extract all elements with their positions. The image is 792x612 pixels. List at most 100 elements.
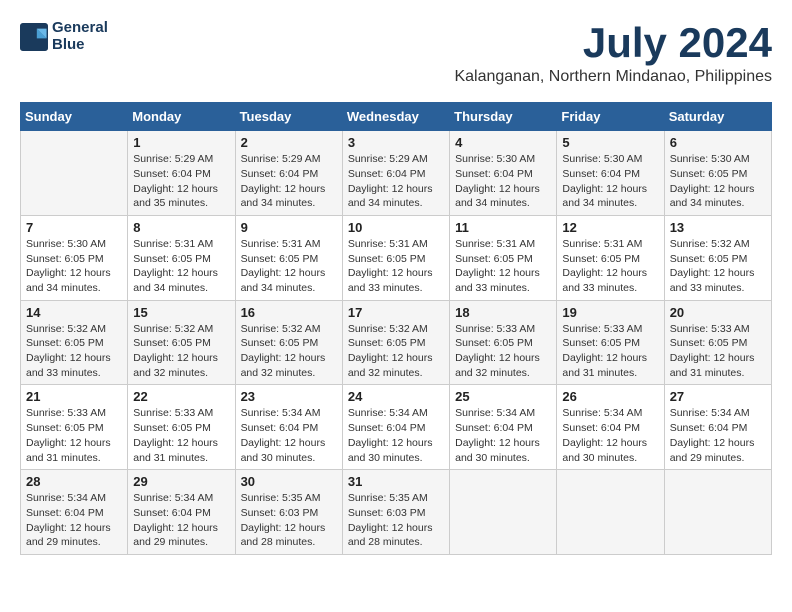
table-row bbox=[21, 131, 128, 216]
day-info: Sunrise: 5:33 AM Sunset: 6:05 PM Dayligh… bbox=[455, 322, 551, 381]
table-row: 27 Sunrise: 5:34 AM Sunset: 6:04 PM Dayli… bbox=[664, 385, 771, 470]
table-row: 5 Sunrise: 5:30 AM Sunset: 6:04 PM Daylig… bbox=[557, 131, 664, 216]
day-number: 7 bbox=[26, 220, 122, 235]
table-row: 30Sunrise: 5:35 AM Sunset: 6:03 PM Dayli… bbox=[235, 470, 342, 555]
day-number: 19 bbox=[562, 305, 658, 320]
day-info: Sunrise: 5:29 AM Sunset: 6:04 PM Dayligh… bbox=[241, 152, 337, 211]
table-row: 24 Sunrise: 5:34 AM Sunset: 6:04 PM Dayli… bbox=[342, 385, 449, 470]
day-info: Sunrise: 5:34 AM Sunset: 6:04 PM Dayligh… bbox=[348, 406, 444, 465]
table-row: 3Sunrise: 5:29 AM Sunset: 6:04 PM Daylig… bbox=[342, 131, 449, 216]
table-row: 31 Sunrise: 5:35 AM Sunset: 6:03 PM Dayli… bbox=[342, 470, 449, 555]
day-info: Sunrise: 5:34 AM Sunset: 6:04 PM Dayligh… bbox=[26, 491, 122, 550]
day-number: 2 bbox=[241, 135, 337, 150]
col-monday: Monday bbox=[128, 103, 235, 131]
table-row: 26 Sunrise: 5:34 AM Sunset: 6:04 PM Dayli… bbox=[557, 385, 664, 470]
day-number: 10 bbox=[348, 220, 444, 235]
day-info: Sunrise: 5:29 AM Sunset: 6:04 PM Dayligh… bbox=[133, 152, 229, 211]
table-row: 22 Sunrise: 5:33 AM Sunset: 6:05 PM Dayli… bbox=[128, 385, 235, 470]
table-row: 7 Sunrise: 5:30 AM Sunset: 6:05 PM Daylig… bbox=[21, 215, 128, 300]
col-wednesday: Wednesday bbox=[342, 103, 449, 131]
day-number: 4 bbox=[455, 135, 551, 150]
day-number: 15 bbox=[133, 305, 229, 320]
table-row: 1 Sunrise: 5:29 AM Sunset: 6:04 PM Daylig… bbox=[128, 131, 235, 216]
day-info: Sunrise: 5:32 AM Sunset: 6:05 PM Dayligh… bbox=[670, 237, 766, 296]
calendar-week-row: 28 Sunrise: 5:34 AM Sunset: 6:04 PM Dayli… bbox=[21, 470, 772, 555]
day-number: 21 bbox=[26, 389, 122, 404]
table-row: 16 Sunrise: 5:32 AM Sunset: 6:05 PM Dayli… bbox=[235, 300, 342, 385]
day-info: Sunrise: 5:34 AM Sunset: 6:04 PM Dayligh… bbox=[562, 406, 658, 465]
day-number: 16 bbox=[241, 305, 337, 320]
page-header: General Blue July 2024 Kalanganan, North… bbox=[20, 20, 772, 86]
day-number: 23 bbox=[241, 389, 337, 404]
day-number: 22 bbox=[133, 389, 229, 404]
table-row: 29 Sunrise: 5:34 AM Sunset: 6:04 PM Dayli… bbox=[128, 470, 235, 555]
calendar-week-row: 7 Sunrise: 5:30 AM Sunset: 6:05 PM Daylig… bbox=[21, 215, 772, 300]
table-row: 20 Sunrise: 5:33 AM Sunset: 6:05 PM Dayli… bbox=[664, 300, 771, 385]
table-row: 19 Sunrise: 5:33 AM Sunset: 6:05 PM Dayli… bbox=[557, 300, 664, 385]
day-info: Sunrise: 5:32 AM Sunset: 6:05 PM Dayligh… bbox=[348, 322, 444, 381]
day-info: Sunrise: 5:33 AM Sunset: 6:05 PM Dayligh… bbox=[133, 406, 229, 465]
table-row bbox=[664, 470, 771, 555]
location-subtitle: Kalanganan, Northern Mindanao, Philippin… bbox=[454, 68, 772, 86]
day-info: Sunrise: 5:34 AM Sunset: 6:04 PM Dayligh… bbox=[241, 406, 337, 465]
day-number: 27 bbox=[670, 389, 766, 404]
day-info: Sunrise: 5:32 AM Sunset: 6:05 PM Dayligh… bbox=[241, 322, 337, 381]
day-info: Sunrise: 5:31 AM Sunset: 6:05 PM Dayligh… bbox=[455, 237, 551, 296]
title-area: July 2024 Kalanganan, Northern Mindanao,… bbox=[454, 20, 772, 86]
day-info: Sunrise: 5:31 AM Sunset: 6:05 PM Dayligh… bbox=[241, 237, 337, 296]
col-sunday: Sunday bbox=[21, 103, 128, 131]
table-row: 11 Sunrise: 5:31 AM Sunset: 6:05 PM Dayli… bbox=[450, 215, 557, 300]
col-tuesday: Tuesday bbox=[235, 103, 342, 131]
table-row: 2 Sunrise: 5:29 AM Sunset: 6:04 PM Daylig… bbox=[235, 131, 342, 216]
day-info: Sunrise: 5:30 AM Sunset: 6:04 PM Dayligh… bbox=[562, 152, 658, 211]
day-number: 11 bbox=[455, 220, 551, 235]
day-info: Sunrise: 5:32 AM Sunset: 6:05 PM Dayligh… bbox=[133, 322, 229, 381]
day-number: 24 bbox=[348, 389, 444, 404]
table-row: 17 Sunrise: 5:32 AM Sunset: 6:05 PM Dayli… bbox=[342, 300, 449, 385]
table-row: 23 Sunrise: 5:34 AM Sunset: 6:04 PM Dayli… bbox=[235, 385, 342, 470]
day-number: 30 bbox=[241, 474, 337, 489]
table-row: 10Sunrise: 5:31 AM Sunset: 6:05 PM Dayli… bbox=[342, 215, 449, 300]
day-number: 28 bbox=[26, 474, 122, 489]
day-number: 13 bbox=[670, 220, 766, 235]
day-number: 26 bbox=[562, 389, 658, 404]
table-row: 13 Sunrise: 5:32 AM Sunset: 6:05 PM Dayli… bbox=[664, 215, 771, 300]
day-number: 1 bbox=[133, 135, 229, 150]
day-info: Sunrise: 5:31 AM Sunset: 6:05 PM Dayligh… bbox=[562, 237, 658, 296]
day-number: 12 bbox=[562, 220, 658, 235]
calendar-week-row: 1 Sunrise: 5:29 AM Sunset: 6:04 PM Daylig… bbox=[21, 131, 772, 216]
day-info: Sunrise: 5:34 AM Sunset: 6:04 PM Dayligh… bbox=[670, 406, 766, 465]
calendar-week-row: 14Sunrise: 5:32 AM Sunset: 6:05 PM Dayli… bbox=[21, 300, 772, 385]
table-row: 8Sunrise: 5:31 AM Sunset: 6:05 PM Daylig… bbox=[128, 215, 235, 300]
day-number: 29 bbox=[133, 474, 229, 489]
day-number: 17 bbox=[348, 305, 444, 320]
table-row: 14Sunrise: 5:32 AM Sunset: 6:05 PM Dayli… bbox=[21, 300, 128, 385]
table-row: 12 Sunrise: 5:31 AM Sunset: 6:05 PM Dayli… bbox=[557, 215, 664, 300]
col-friday: Friday bbox=[557, 103, 664, 131]
day-info: Sunrise: 5:30 AM Sunset: 6:05 PM Dayligh… bbox=[26, 237, 122, 296]
calendar-table: Sunday Monday Tuesday Wednesday Thursday… bbox=[20, 102, 772, 555]
day-info: Sunrise: 5:30 AM Sunset: 6:05 PM Dayligh… bbox=[670, 152, 766, 211]
day-info: Sunrise: 5:32 AM Sunset: 6:05 PM Dayligh… bbox=[26, 322, 122, 381]
day-number: 31 bbox=[348, 474, 444, 489]
day-info: Sunrise: 5:29 AM Sunset: 6:04 PM Dayligh… bbox=[348, 152, 444, 211]
col-thursday: Thursday bbox=[450, 103, 557, 131]
table-row: 4Sunrise: 5:30 AM Sunset: 6:04 PM Daylig… bbox=[450, 131, 557, 216]
day-info: Sunrise: 5:33 AM Sunset: 6:05 PM Dayligh… bbox=[562, 322, 658, 381]
day-info: Sunrise: 5:34 AM Sunset: 6:04 PM Dayligh… bbox=[455, 406, 551, 465]
day-number: 18 bbox=[455, 305, 551, 320]
table-row: 18 Sunrise: 5:33 AM Sunset: 6:05 PM Dayli… bbox=[450, 300, 557, 385]
logo: General Blue bbox=[20, 20, 108, 53]
day-info: Sunrise: 5:35 AM Sunset: 6:03 PM Dayligh… bbox=[348, 491, 444, 550]
table-row: 15 Sunrise: 5:32 AM Sunset: 6:05 PM Dayli… bbox=[128, 300, 235, 385]
day-info: Sunrise: 5:34 AM Sunset: 6:04 PM Dayligh… bbox=[133, 491, 229, 550]
day-info: Sunrise: 5:33 AM Sunset: 6:05 PM Dayligh… bbox=[670, 322, 766, 381]
table-row: 28 Sunrise: 5:34 AM Sunset: 6:04 PM Dayli… bbox=[21, 470, 128, 555]
month-year-title: July 2024 bbox=[454, 20, 772, 66]
day-info: Sunrise: 5:33 AM Sunset: 6:05 PM Dayligh… bbox=[26, 406, 122, 465]
col-saturday: Saturday bbox=[664, 103, 771, 131]
calendar-body: 1 Sunrise: 5:29 AM Sunset: 6:04 PM Daylig… bbox=[21, 131, 772, 555]
table-row bbox=[557, 470, 664, 555]
day-number: 20 bbox=[670, 305, 766, 320]
day-number: 5 bbox=[562, 135, 658, 150]
